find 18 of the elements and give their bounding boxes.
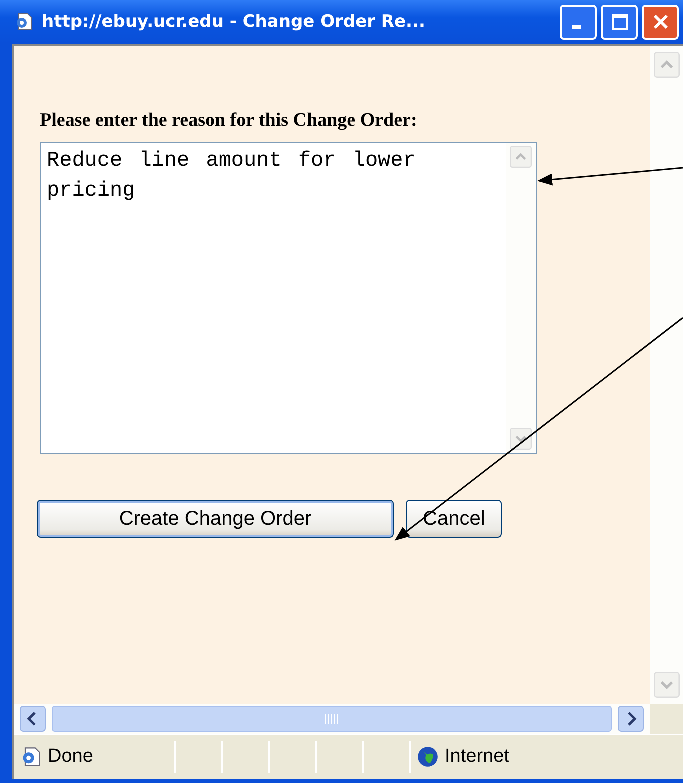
minimize-icon [572,25,581,29]
reason-field[interactable]: Reduce line amount for lower pricing [40,142,537,454]
scrollbar-thumb[interactable] [52,706,612,732]
scroll-left-icon[interactable] [20,706,46,732]
scroll-down-icon[interactable] [510,428,532,450]
window-title: http://ebuy.ucr.edu - Change Order Re... [42,12,426,32]
maximize-icon [610,12,630,32]
scroll-right-icon[interactable] [618,706,644,732]
maximize-button[interactable] [601,4,638,40]
zone-text: Internet [445,746,510,768]
cancel-button[interactable]: Cancel [406,500,502,538]
form-label: Please enter the reason for this Change Order: [40,110,418,132]
status-text: Done [48,746,94,768]
minimize-button[interactable] [560,4,597,40]
page-icon [14,12,34,32]
globe-icon [417,746,439,768]
close-button[interactable] [642,4,679,40]
create-button[interactable]: Create Change Order [37,500,394,538]
